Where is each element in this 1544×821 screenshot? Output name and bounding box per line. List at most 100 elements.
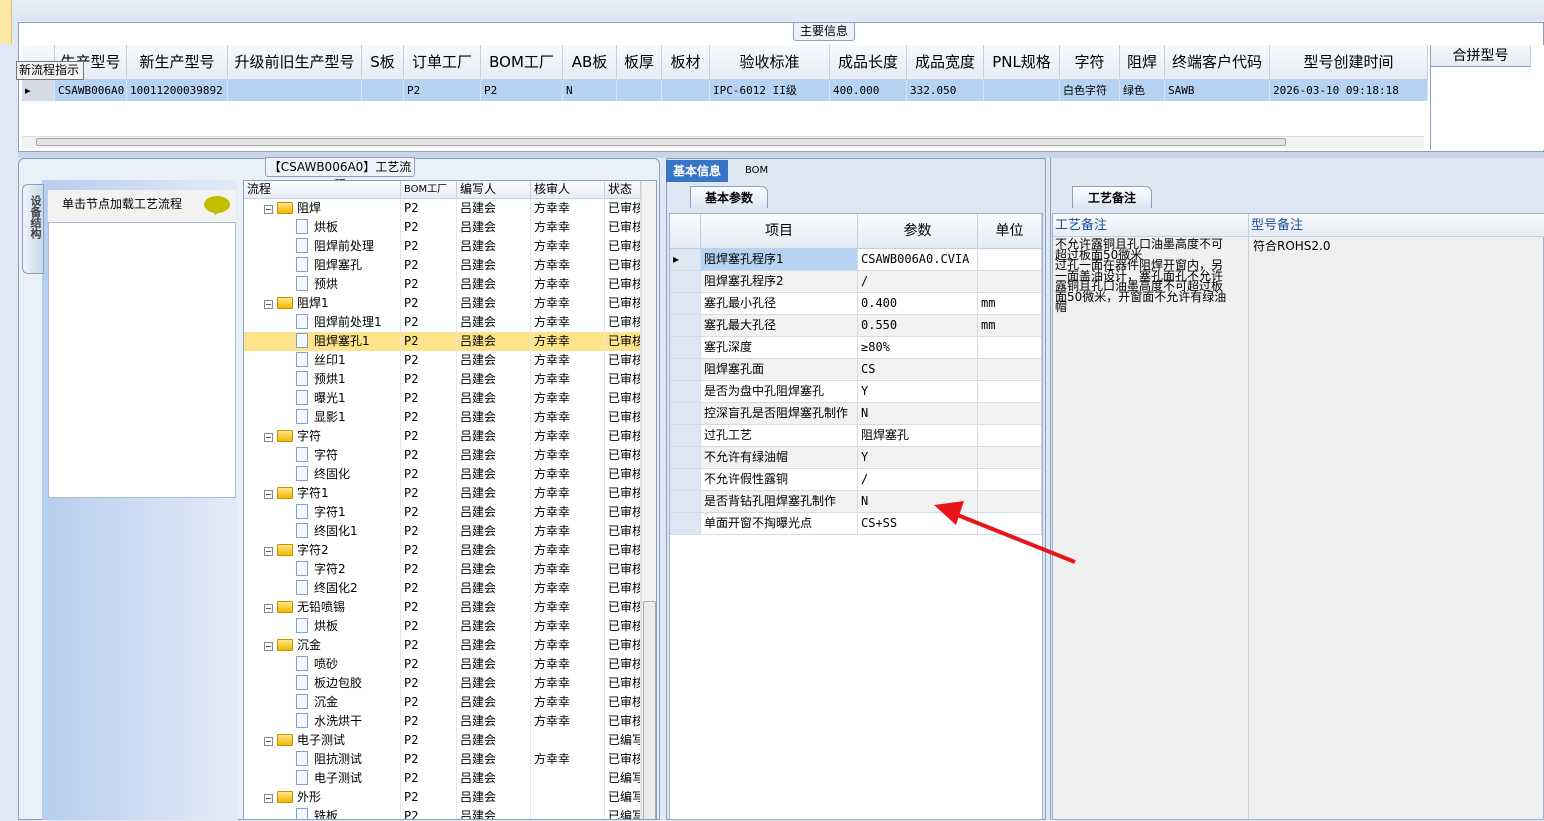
tree-row[interactable]: 阻焊前处理1 P2 吕建会 方幸幸 已审核 xyxy=(244,313,641,332)
collapse-icon[interactable]: − xyxy=(264,205,273,214)
col-reviewer[interactable]: 核审人 xyxy=(531,181,605,199)
row-indicator-icon[interactable]: ▸ xyxy=(22,80,55,101)
param-value[interactable]: Y xyxy=(858,447,978,468)
tree-node[interactable]: 预烘1 xyxy=(244,370,401,389)
tree-node[interactable]: 烘板 xyxy=(244,218,401,237)
main-col-header[interactable]: 阻焊 xyxy=(1120,45,1165,80)
tree-node[interactable]: 显影1 xyxy=(244,408,401,427)
main-cell[interactable]: CSAWB006A0 xyxy=(55,80,127,101)
param-row[interactable]: 阻焊塞孔程序2/ xyxy=(670,271,1042,293)
tree-node[interactable]: 阻焊前处理 xyxy=(244,237,401,256)
tree-node[interactable]: − 阻焊 xyxy=(244,199,401,218)
tree-row[interactable]: 阻焊塞孔 P2 吕建会 方幸幸 已审核 xyxy=(244,256,641,275)
collapse-icon[interactable]: − xyxy=(264,642,273,651)
tree-row[interactable]: − 沉金 P2 吕建会 方幸幸 已审核 xyxy=(244,636,641,655)
tree-row[interactable]: 烘板 P2 吕建会 方幸幸 已审核 xyxy=(244,218,641,237)
col-unit[interactable]: 单位 xyxy=(978,214,1042,249)
tab-basic-params[interactable]: 基本参数 xyxy=(690,186,768,208)
tree-node[interactable]: 水洗烘干 xyxy=(244,712,401,731)
collapse-icon[interactable]: − xyxy=(264,490,273,499)
main-col-header[interactable]: AB板 xyxy=(563,45,617,80)
row-selector[interactable]: ▸ xyxy=(670,249,701,270)
tree-row[interactable]: − 无铅喷锡 P2 吕建会 方幸幸 已审核 xyxy=(244,598,641,617)
main-col-header[interactable]: 成品长度 xyxy=(830,45,907,80)
param-value[interactable]: 阻焊塞孔 xyxy=(858,425,978,446)
row-selector[interactable] xyxy=(670,403,701,424)
tree-node[interactable]: 字符2 xyxy=(244,560,401,579)
tree-node[interactable]: 喷砂 xyxy=(244,655,401,674)
param-row[interactable]: 不允许有绿油帽 Y xyxy=(670,447,1042,469)
tree-row[interactable]: 字符 P2 吕建会 方幸幸 已审核 xyxy=(244,446,641,465)
tree-node[interactable]: 曝光1 xyxy=(244,389,401,408)
param-row[interactable]: ▸ 阻焊塞孔程序1 CSAWB006A0.CVIA xyxy=(670,249,1042,271)
tree-row[interactable]: − 外形 P2 吕建会 已编写 xyxy=(244,788,641,807)
tree-node[interactable]: 预烘 xyxy=(244,275,401,294)
tree-row[interactable]: 水洗烘干 P2 吕建会 方幸幸 已审核 xyxy=(244,712,641,731)
main-cell[interactable]: P2 xyxy=(481,80,563,101)
param-row[interactable]: 过孔工艺 阻焊塞孔 xyxy=(670,425,1042,447)
tree-row[interactable]: 阻抗测试 P2 吕建会 方幸幸 已审核 xyxy=(244,750,641,769)
param-row[interactable]: 是否为盘中孔阻焊塞孔 Y xyxy=(670,381,1042,403)
col-writer[interactable]: 编写人 xyxy=(457,181,531,199)
main-col-header[interactable]: 订单工厂 xyxy=(404,45,481,80)
param-row[interactable]: 阻焊塞孔面 CS xyxy=(670,359,1042,381)
row-selector[interactable] xyxy=(670,315,701,336)
row-selector[interactable] xyxy=(670,513,701,534)
main-cell[interactable]: SAWB xyxy=(1165,80,1270,101)
param-row[interactable]: 不允许假性露铜 / xyxy=(670,469,1042,491)
tree-node[interactable]: − 字符2 xyxy=(244,541,401,560)
col-status[interactable]: 状态 xyxy=(605,181,641,199)
col-item[interactable]: 项目 xyxy=(701,214,858,249)
collapse-icon[interactable]: − xyxy=(264,794,273,803)
tree-row[interactable]: 沉金 P2 吕建会 方幸幸 已审核 xyxy=(244,693,641,712)
tree-row[interactable]: 铣板 P2 吕建会 已编写 xyxy=(244,807,641,819)
row-selector[interactable] xyxy=(670,271,701,292)
main-cell[interactable]: 332.050 xyxy=(907,80,984,101)
row-selector[interactable] xyxy=(670,359,701,380)
main-col-header[interactable]: 成品宽度 xyxy=(907,45,984,80)
tree-row[interactable]: − 字符1 P2 吕建会 方幸幸 已审核 xyxy=(244,484,641,503)
tree-row[interactable]: 阻焊前处理 P2 吕建会 方幸幸 已审核 xyxy=(244,237,641,256)
tab-bom[interactable]: BOM xyxy=(738,160,775,182)
row-selector[interactable] xyxy=(670,425,701,446)
tree-node[interactable]: 阻焊塞孔1 xyxy=(244,332,401,351)
main-col-header[interactable]: 新生产型号 xyxy=(127,45,228,80)
tree-node[interactable]: 字符 xyxy=(244,446,401,465)
param-value[interactable]: 0.550 xyxy=(858,315,978,336)
main-col-header[interactable]: S板 xyxy=(362,45,404,80)
main-col-header[interactable]: 终端客户代码 xyxy=(1165,45,1270,80)
row-selector[interactable] xyxy=(670,381,701,402)
param-value[interactable]: 0.400 xyxy=(858,293,978,314)
main-col-header[interactable]: 升级前旧生产型号 xyxy=(228,45,362,80)
param-value[interactable]: / xyxy=(858,469,978,490)
main-cell[interactable]: 2026-03-10 09:18:18 xyxy=(1270,80,1428,101)
tree-row[interactable]: − 字符 P2 吕建会 方幸幸 已审核 xyxy=(244,427,641,446)
main-cell[interactable]: 白色字符 xyxy=(1060,80,1120,101)
tree-row[interactable]: − 字符2 P2 吕建会 方幸幸 已审核 xyxy=(244,541,641,560)
main-cell[interactable]: 绿色 xyxy=(1120,80,1165,101)
col-bom-factory[interactable]: BOM工厂 xyxy=(401,181,457,199)
tree-row[interactable]: 板边包胶 P2 吕建会 方幸幸 已审核 xyxy=(244,674,641,693)
tab-process-remarks[interactable]: 工艺备注 xyxy=(1072,186,1152,208)
tree-row[interactable]: − 阻焊1 P2 吕建会 方幸幸 已审核 xyxy=(244,294,641,313)
tree-node[interactable]: 阻焊塞孔 xyxy=(244,256,401,275)
param-value[interactable]: ≥80% xyxy=(858,337,978,358)
main-cell[interactable] xyxy=(228,80,362,101)
tree-node[interactable]: − 外形 xyxy=(244,788,401,807)
col-flow[interactable]: 流程 xyxy=(244,181,401,199)
row-selector[interactable] xyxy=(670,491,701,512)
tree-row[interactable]: 电子测试 P2 吕建会 已编写 xyxy=(244,769,641,788)
row-selector[interactable] xyxy=(670,337,701,358)
tree-node[interactable]: − 电子测试 xyxy=(244,731,401,750)
main-col-header[interactable]: BOM工厂 xyxy=(481,45,563,80)
tree-node[interactable]: 终固化2 xyxy=(244,579,401,598)
tree-row[interactable]: 终固化 P2 吕建会 方幸幸 已审核 xyxy=(244,465,641,484)
collapse-icon[interactable]: − xyxy=(264,547,273,556)
tree-row[interactable]: 终固化2 P2 吕建会 方幸幸 已审核 xyxy=(244,579,641,598)
tree-row[interactable]: 预烘1 P2 吕建会 方幸幸 已审核 xyxy=(244,370,641,389)
collapse-icon[interactable]: − xyxy=(264,604,273,613)
tree-row[interactable]: 喷砂 P2 吕建会 方幸幸 已审核 xyxy=(244,655,641,674)
tab-basic-info[interactable]: 基本信息 xyxy=(666,160,729,182)
row-selector[interactable] xyxy=(670,447,701,468)
main-col-header[interactable]: 字符 xyxy=(1060,45,1120,80)
